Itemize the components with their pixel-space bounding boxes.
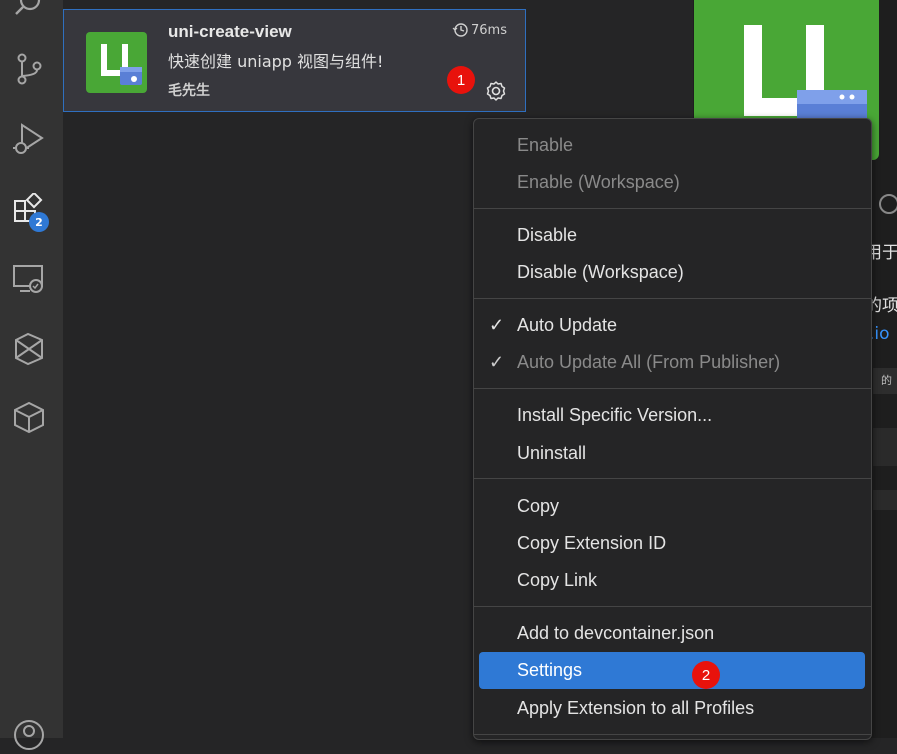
menu-item-label: Auto Update All (From Publisher) [517,352,781,372]
remote-explorer-icon[interactable] [10,260,48,298]
run-debug-icon[interactable] [10,120,48,158]
detail-link[interactable]: .io [869,324,890,344]
menu-item-enable-workspace[interactable]: Enable (Workspace) [479,164,865,201]
account-icon[interactable] [10,716,48,754]
extension-logo-icon [86,32,147,93]
menu-separator [474,734,871,735]
menu-item-disable[interactable]: Disable [479,217,865,254]
extension-name: uni-create-view [168,22,292,41]
menu-separator [474,208,871,209]
menu-item-auto-update-all[interactable]: ✓ Auto Update All (From Publisher) [479,344,865,381]
extension-description: 快速创建 uniapp 视图与组件! [168,52,384,71]
menu-item-install-specific-version[interactable]: Install Specific Version... [479,397,865,434]
menu-separator [474,478,871,479]
menu-separator [474,388,871,389]
detail-circle-icon [879,194,897,214]
extension-author: 毛先生 [168,83,210,99]
menu-item-auto-update[interactable]: ✓ Auto Update [479,307,865,344]
detail-table-row [873,428,897,466]
menu-item-copy-extension-id[interactable]: Copy Extension ID [479,525,865,562]
menu-item-copy-link[interactable]: Copy Link [479,562,865,599]
activity-bar: 2 [0,0,63,750]
detail-table-header: 的 [873,368,897,394]
check-icon: ✓ [489,315,505,335]
menu-item-add-to-devcontainer[interactable]: Add to devcontainer.json [479,615,865,652]
menu-item-disable-workspace[interactable]: Disable (Workspace) [479,254,865,291]
history-icon [452,23,468,37]
menu-item-apply-to-all-profiles[interactable]: Apply Extension to all Profiles [479,690,865,727]
annotation-marker-2: 2 [692,661,720,689]
menu-separator [474,298,871,299]
menu-item-uninstall[interactable]: Uninstall [479,435,865,472]
gear-icon[interactable] [485,80,507,102]
detail-table-header-text: 的 [881,374,892,387]
extension-context-menu: Enable Enable (Workspace) Disable Disabl… [473,118,872,740]
activation-time-value: 76ms [471,22,507,38]
annotation-marker-1: 1 [447,66,475,94]
menu-item-settings[interactable]: Settings [479,652,865,689]
source-control-icon[interactable] [10,50,48,88]
detail-table-row [873,490,897,510]
extension-item[interactable]: uni-create-view 76ms 快速创建 uniapp 视图与组件! … [63,9,526,112]
menu-item-copy[interactable]: Copy [479,488,865,525]
menu-separator [474,606,871,607]
activation-time: 76ms [452,22,507,38]
package-icon[interactable] [10,398,48,436]
check-icon: ✓ [489,352,505,372]
menu-item-enable[interactable]: Enable [479,127,865,164]
search-icon[interactable] [10,0,48,24]
extensions-badge: 2 [29,212,49,232]
menu-item-label: Auto Update [517,315,618,335]
testing-icon[interactable] [10,330,48,368]
